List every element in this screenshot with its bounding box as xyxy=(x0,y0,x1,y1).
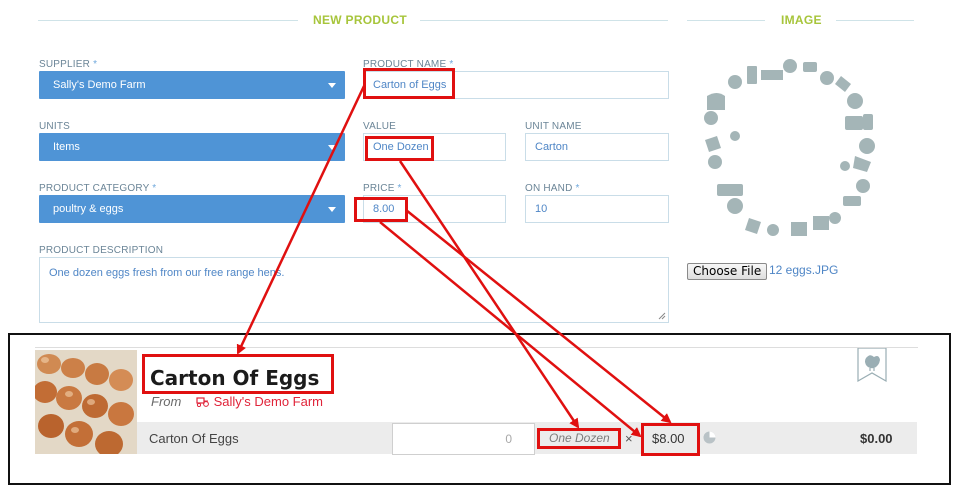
annotation-arrows xyxy=(236,85,672,438)
page: NEW PRODUCT IMAGE SUPPLIER * Sally's Dem… xyxy=(0,0,956,494)
